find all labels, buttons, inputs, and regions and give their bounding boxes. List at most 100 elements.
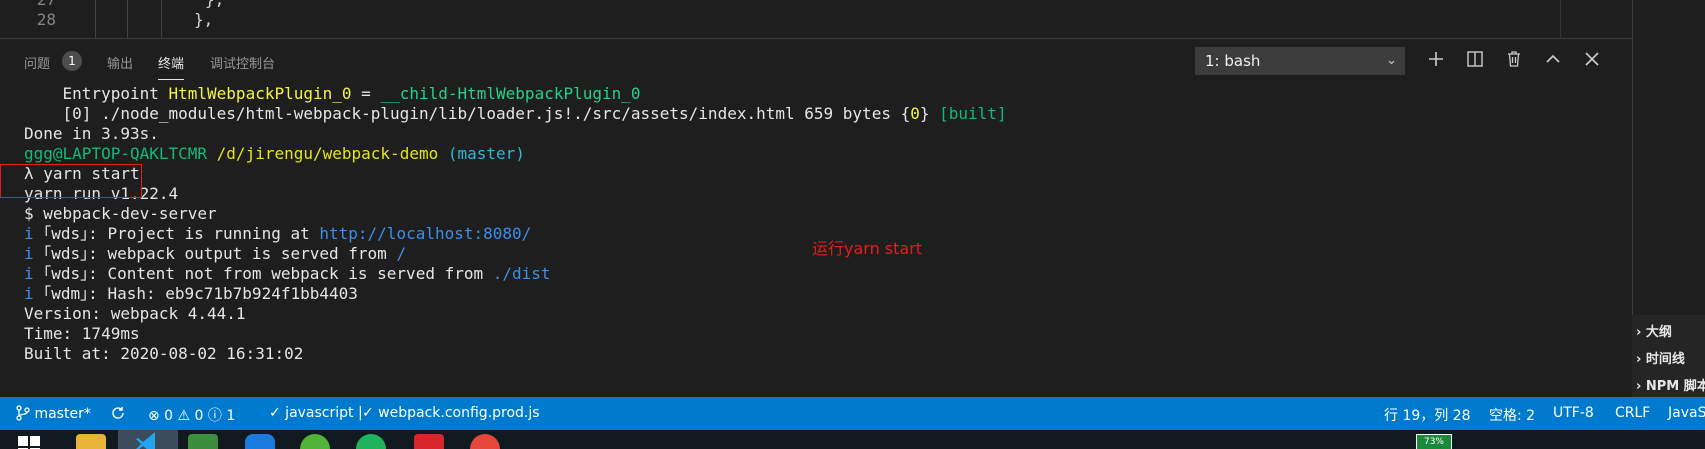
terminal-line: [0] ./node_modules/html-webpack-plugin/l…	[24, 104, 1007, 124]
eslint-javascript-status[interactable]: ✓ javascript |	[269, 405, 363, 421]
kill-terminal-button[interactable]	[1502, 49, 1526, 73]
close-panel-button[interactable]	[1580, 49, 1604, 73]
close-icon	[1585, 52, 1599, 66]
app-green-icon[interactable]	[188, 434, 218, 449]
cursor-position[interactable]: 行 19，列 28	[1384, 405, 1471, 425]
wechat-icon[interactable]	[300, 434, 330, 449]
terminal-prompt-line: ggg@LAPTOP-QAKLTCMR /d/jirengu/webpack-d…	[24, 144, 525, 164]
prompt-branch: (master)	[438, 144, 525, 163]
terminal-select[interactable]: 1: bash ⌄	[1195, 47, 1405, 75]
errors-count: ⊗ 0	[148, 408, 174, 424]
text: ｢wdm｣: Hash: eb9c71b7b924f1bb4403	[33, 284, 358, 303]
tab-problems[interactable]: 问题	[24, 53, 50, 72]
side-panel: › 大纲 › 时间线 › NPM 脚本	[1632, 315, 1705, 397]
tab-output[interactable]: 输出	[107, 53, 133, 72]
text: [0]	[24, 104, 102, 123]
tab-debug-console[interactable]: 调试控制台	[210, 53, 275, 72]
split-icon	[1467, 51, 1483, 67]
indent-guide	[127, 0, 128, 38]
highlight-annotation-box	[0, 164, 142, 198]
warnings-count: ⚠ 0	[177, 408, 204, 424]
split-terminal-button[interactable]	[1463, 49, 1487, 73]
problems-status-button[interactable]: ⊗ 0 ⚠ 0 ⓘ 1	[148, 405, 235, 425]
terminal-output[interactable]: Entrypoint HtmlWebpackPlugin_0 = __child…	[0, 82, 1632, 397]
section-npm-scripts[interactable]: › NPM 脚本	[1636, 375, 1705, 394]
git-branch-label: master*	[34, 406, 91, 422]
maximize-panel-button[interactable]	[1541, 49, 1565, 73]
text: ./dist	[492, 264, 551, 283]
windows-start-icon[interactable]	[18, 436, 40, 449]
terminal-line: Version: webpack 4.44.1	[24, 304, 246, 323]
git-branch-icon	[16, 405, 30, 421]
info-icon: i	[24, 244, 34, 263]
panel-header: 问题 1 输出 终端 调试控制台 1: bash ⌄	[0, 38, 1632, 83]
battery-indicator[interactable]: 73%	[1416, 434, 1452, 449]
terminal-line: Entrypoint HtmlWebpackPlugin_0 = __child…	[24, 84, 641, 104]
text: __child-HtmlWebpackPlugin_0	[380, 84, 641, 103]
section-timeline[interactable]: › 时间线	[1636, 348, 1685, 367]
editor-ruler	[1560, 0, 1561, 38]
eslint-file-status[interactable]: ✓ webpack.config.prod.js	[362, 405, 540, 421]
terminal-line: Built at: 2020-08-02 16:31:02	[24, 344, 304, 363]
annotation-text: 运行yarn start	[812, 239, 923, 258]
text: Entrypoint	[24, 84, 169, 103]
terminal-line: i ｢wds｣: webpack output is served from /	[24, 244, 406, 264]
terminal-line: $ webpack-dev-server	[24, 204, 217, 223]
info-icon: i	[24, 284, 34, 303]
text: =	[351, 84, 381, 103]
text: ./node_modules/html-webpack-plugin/lib/l…	[101, 104, 795, 123]
prompt-user: ggg@LAPTOP-QAKLTCMR	[24, 144, 208, 163]
git-branch-button[interactable]: master*	[16, 405, 91, 422]
chevron-down-icon: ⌄	[1386, 53, 1397, 68]
windows-taskbar: 73%	[0, 430, 1705, 449]
problems-count-badge: 1	[62, 51, 82, 71]
text: /	[396, 244, 407, 263]
terminal-select-value: 1: bash	[1205, 52, 1261, 70]
info-icon: i	[24, 224, 34, 243]
chevron-up-icon	[1546, 54, 1560, 63]
text: {	[900, 104, 911, 123]
tab-terminal[interactable]: 终端	[158, 53, 185, 80]
add-terminal-button[interactable]	[1424, 49, 1448, 73]
text: ｢wds｣: Content not from webpack is serve…	[33, 264, 493, 283]
text: HtmlWebpackPlugin_0	[168, 84, 352, 103]
text: }	[919, 104, 930, 123]
eol-status[interactable]: CRLF	[1615, 405, 1650, 421]
line-number: 28	[36, 10, 56, 29]
sync-button[interactable]	[110, 405, 126, 422]
terminal-link[interactable]: http://localhost:8080/	[319, 224, 531, 243]
text: 0	[910, 104, 920, 123]
file-explorer-icon[interactable]	[76, 434, 106, 449]
language-mode[interactable]: JavaScript	[1668, 405, 1705, 421]
code-line: },	[194, 10, 214, 29]
app-blue-icon[interactable]	[245, 434, 275, 449]
terminal-line: i ｢wdm｣: Hash: eb9c71b7b924f1bb4403	[24, 284, 358, 304]
chrome-icon[interactable]	[470, 434, 500, 449]
terminal-line: i ｢wds｣: Content not from webpack is ser…	[24, 264, 551, 284]
vscode-taskbar-icon[interactable]	[118, 430, 178, 449]
indent-guide	[95, 0, 96, 38]
text: 659 bytes	[794, 104, 901, 123]
terminal-line: i ｢wds｣: Project is running at http://lo…	[24, 224, 531, 244]
status-bar: master* ⊗ 0 ⚠ 0 ⓘ 1 ✓ javascript | ✓ web…	[0, 397, 1705, 430]
editor-area[interactable]: 27 }, 28 },	[0, 0, 1632, 38]
terminal-line: Done in 3.93s.	[24, 124, 159, 143]
code-line: },	[205, 0, 224, 9]
trash-icon	[1508, 51, 1520, 67]
text: ｢wds｣: webpack output is served from	[33, 244, 397, 263]
indentation-status[interactable]: 空格: 2	[1489, 405, 1535, 425]
line-number: 27	[0, 0, 56, 9]
terminal-line: Time: 1749ms	[24, 324, 140, 343]
indent-guide	[161, 0, 162, 38]
app-red-icon[interactable]	[414, 434, 444, 449]
infos-count: ⓘ 1	[207, 408, 236, 424]
text: [built]	[929, 104, 1007, 123]
encoding-status[interactable]: UTF-8	[1553, 405, 1594, 421]
sync-icon	[112, 407, 124, 419]
app-green-circle-icon[interactable]	[356, 434, 386, 449]
plus-icon	[1429, 52, 1443, 66]
info-icon: i	[24, 264, 34, 283]
prompt-path: /d/jirengu/webpack-demo	[207, 144, 439, 163]
section-outline[interactable]: › 大纲	[1636, 321, 1672, 340]
text: ｢wds｣: Project is running at	[33, 224, 320, 243]
